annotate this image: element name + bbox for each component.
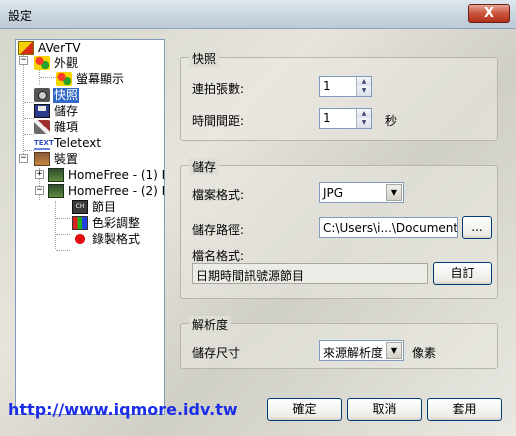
tree-item-color[interactable]: 色彩調整 xyxy=(72,215,141,231)
expand-toggle[interactable]: − xyxy=(19,154,28,163)
tree-line xyxy=(24,150,34,151)
file-format-value: JPG xyxy=(323,186,344,200)
file-format-label: 檔案格式: xyxy=(192,188,245,202)
expand-toggle[interactable]: + xyxy=(35,170,44,179)
website-watermark: http://www.iqmore.idv.tw xyxy=(8,400,238,419)
tree-line xyxy=(24,102,34,103)
filename-format-field: 日期時間訊號源節目 xyxy=(192,263,428,284)
tree-item-device[interactable]: 裝置 xyxy=(34,151,79,167)
avertv-icon xyxy=(18,41,34,55)
tree-item-look[interactable]: 外觀 xyxy=(34,55,79,71)
dropdown-arrow-icon[interactable]: ▼ xyxy=(386,342,402,359)
floppy-disk-icon xyxy=(34,104,50,118)
spin-down-arrow-icon[interactable]: ▼ xyxy=(356,86,371,96)
tree-item-teletext[interactable]: TEXT Teletext xyxy=(34,135,102,151)
tree-line xyxy=(56,218,70,219)
interval-label: 時間間距: xyxy=(192,114,245,128)
tree-label: AVerTV xyxy=(38,40,81,55)
teletext-icon: TEXT xyxy=(34,136,54,150)
camera-icon xyxy=(34,88,50,102)
tree-label-selected: 快照 xyxy=(53,87,80,103)
save-size-label: 儲存尺寸 xyxy=(192,346,241,360)
channel-icon: CH xyxy=(72,200,88,214)
customize-button[interactable]: 自訂 xyxy=(433,262,492,285)
tuner-card-icon xyxy=(48,184,64,198)
tree-line xyxy=(56,250,70,251)
tree-label: 色彩調整 xyxy=(92,215,141,230)
save-size-value: 來源解析度 xyxy=(323,346,384,360)
spin-down-arrow-icon[interactable]: ▼ xyxy=(356,118,371,128)
color-adjust-icon xyxy=(72,216,88,230)
group-title: 解析度 xyxy=(189,316,232,333)
file-format-select[interactable]: JPG ▼ xyxy=(319,182,404,203)
snapshot-group: 快照 連拍張數: 1 ▲ ▼ 時間間距: 1 ▲ ▼ 秒 xyxy=(180,50,498,141)
interval-spinner[interactable]: 1 ▲ ▼ xyxy=(319,108,372,129)
save-path-field[interactable]: C:\Users\i...\Documents xyxy=(319,217,458,238)
close-button[interactable]: X xyxy=(468,4,510,23)
save-path-label: 儲存路徑: xyxy=(192,223,245,237)
burst-count-spinner[interactable]: 1 ▲ ▼ xyxy=(319,76,372,97)
size-unit: 像素 xyxy=(412,346,437,360)
group-title: 儲存 xyxy=(189,158,220,175)
settings-tree[interactable]: − − + − AVerTV 外觀 螢幕顯示 快照 儲存 雜項 TEXT Tel… xyxy=(15,39,165,415)
tree-item-avertv[interactable]: AVerTV xyxy=(18,40,82,56)
tree-line xyxy=(40,77,56,78)
apply-button[interactable]: 套用 xyxy=(427,398,502,421)
tree-label: 儲存 xyxy=(54,103,79,118)
tree-label: 裝置 xyxy=(54,151,79,166)
interval-value: 1 xyxy=(323,111,331,125)
tree-item-record[interactable]: 錄製格式 xyxy=(72,231,141,247)
tree-line xyxy=(55,201,56,249)
tree-line xyxy=(56,234,70,235)
burst-count-label: 連拍張數: xyxy=(192,82,245,96)
palette-icon xyxy=(34,56,50,70)
tree-line xyxy=(24,134,34,135)
dialog-body: − − + − AVerTV 外觀 螢幕顯示 快照 儲存 雜項 TEXT Tel… xyxy=(0,29,516,436)
tree-label: 節目 xyxy=(92,199,117,214)
tuner-card-icon xyxy=(48,168,64,182)
ok-button[interactable]: 確定 xyxy=(267,398,342,421)
tree-label: 螢幕顯示 xyxy=(76,71,125,86)
interval-unit: 秒 xyxy=(385,114,398,128)
title-bar: 設定 X xyxy=(0,0,516,29)
expand-toggle[interactable]: − xyxy=(35,186,44,195)
tree-line xyxy=(23,52,24,162)
tree-item-snapshot[interactable]: 快照 xyxy=(34,87,80,103)
window-title: 設定 xyxy=(8,9,33,23)
expand-toggle[interactable]: − xyxy=(19,56,28,65)
tree-item-storage[interactable]: 儲存 xyxy=(34,103,79,119)
device-icon xyxy=(34,152,50,166)
tree-label: 外觀 xyxy=(54,55,79,70)
dropdown-arrow-icon[interactable]: ▼ xyxy=(386,184,402,201)
tree-label: 錄製格式 xyxy=(92,231,141,246)
filename-format-label: 檔名格式: xyxy=(192,249,245,263)
group-title: 快照 xyxy=(189,50,220,67)
tree-label: HomeFree - (2) F2 xyxy=(68,183,164,198)
resolution-group: 解析度 儲存尺寸 來源解析度 ▼ 像素 xyxy=(180,316,498,369)
browse-button[interactable]: ... xyxy=(462,216,492,239)
tools-icon xyxy=(34,120,50,134)
tree-item-program[interactable]: CH 節目 xyxy=(72,199,117,215)
tree-item-device-1[interactable]: HomeFree - (1) F2 xyxy=(48,167,164,183)
record-icon xyxy=(72,232,88,246)
tree-label: Teletext xyxy=(54,135,102,150)
tree-label: 雜項 xyxy=(54,119,79,134)
tree-item-misc[interactable]: 雜項 xyxy=(34,119,79,135)
storage-group: 儲存 檔案格式: JPG ▼ 儲存路徑: C:\Users\i...\Docum… xyxy=(180,158,498,299)
tree-line xyxy=(24,118,34,119)
cancel-button[interactable]: 取消 xyxy=(347,398,422,421)
burst-count-value: 1 xyxy=(323,79,331,93)
save-size-select[interactable]: 來源解析度 ▼ xyxy=(319,340,404,361)
palette-icon xyxy=(56,72,72,86)
tree-item-osd[interactable]: 螢幕顯示 xyxy=(56,71,125,87)
tree-label: HomeFree - (1) F2 xyxy=(68,167,164,182)
tree-item-device-2[interactable]: HomeFree - (2) F2 xyxy=(48,183,164,199)
